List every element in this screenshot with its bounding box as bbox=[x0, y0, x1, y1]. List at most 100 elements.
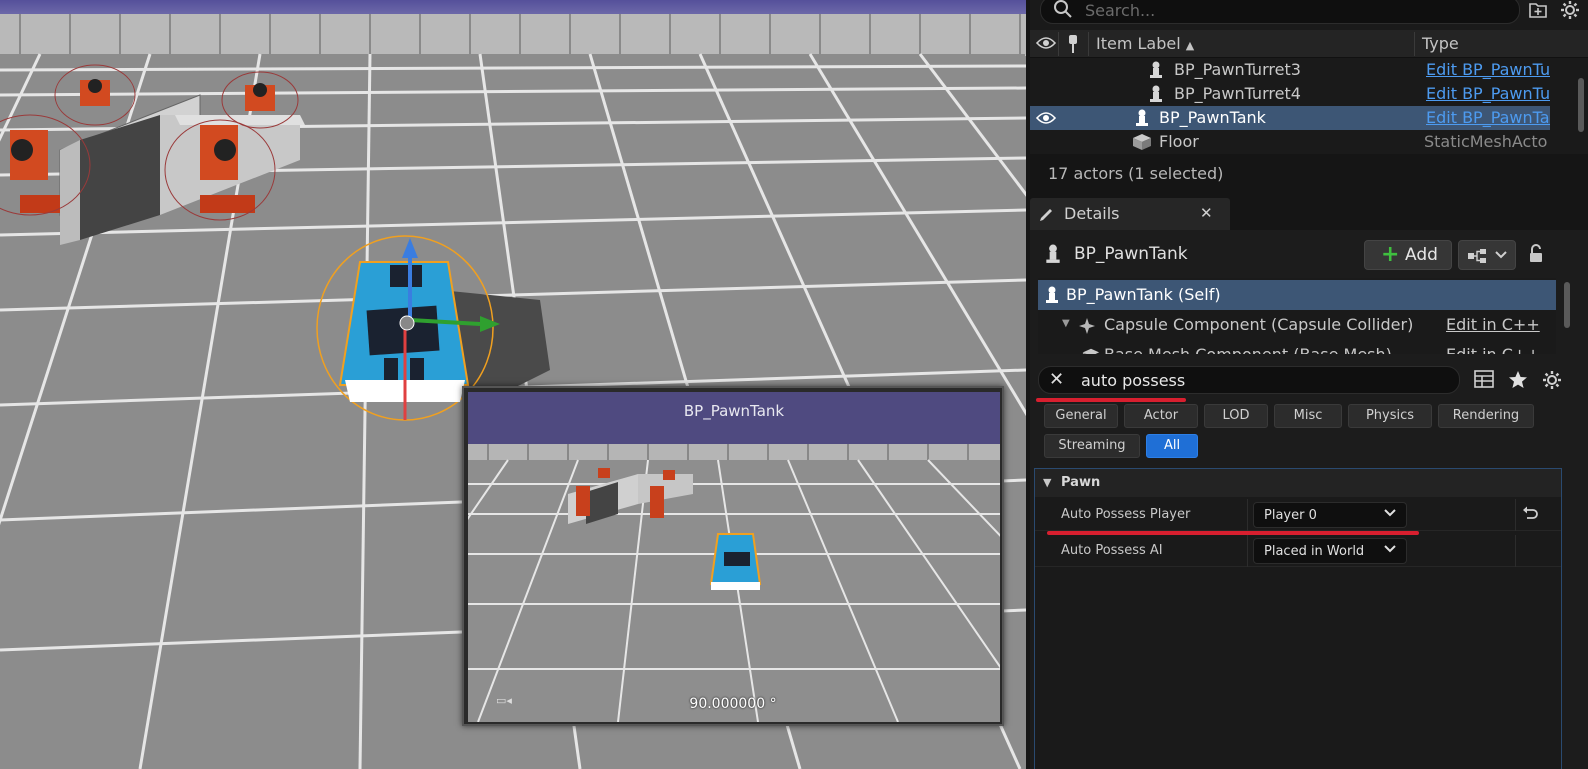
type-column-header[interactable]: Type bbox=[1422, 34, 1459, 53]
column-divider bbox=[1515, 499, 1516, 531]
component-row-self[interactable]: BP_PawnTank (Self) bbox=[1038, 280, 1556, 310]
property-name: Auto Possess AI bbox=[1061, 543, 1163, 558]
camera-preview: BP_PawnTank ▭◂ 90.000000 ° bbox=[462, 386, 1004, 726]
column-separator bbox=[1058, 32, 1059, 56]
column-divider bbox=[1515, 535, 1516, 567]
annotation-underline bbox=[1036, 398, 1186, 402]
level-viewport[interactable]: BP_PawnTank ▭◂ 90.000000 ° bbox=[0, 0, 1026, 769]
component-label: BP_PawnTank (Self) bbox=[1066, 285, 1221, 304]
pencil-icon bbox=[1040, 209, 1052, 221]
pawn-section-header[interactable]: ▼ Pawn bbox=[1035, 469, 1561, 497]
details-view-options bbox=[1474, 370, 1562, 390]
category-all[interactable]: All bbox=[1146, 434, 1198, 458]
static-mesh-icon bbox=[1082, 348, 1100, 354]
column-divider bbox=[1247, 535, 1248, 567]
chevron-down-icon bbox=[1384, 545, 1396, 553]
unlock-icon[interactable] bbox=[1528, 244, 1544, 264]
visibility-eye-icon[interactable] bbox=[1036, 36, 1056, 50]
outliner-row-label: Floor bbox=[1159, 132, 1199, 151]
static-mesh-icon bbox=[1133, 134, 1151, 150]
collapse-arrow-icon: ▼ bbox=[1043, 476, 1052, 489]
add-button-label: Add bbox=[1405, 245, 1438, 265]
outliner-list: BP_PawnTurret3 Edit BP_PawnTurret BP_Paw… bbox=[1030, 58, 1588, 154]
category-physics[interactable]: Physics bbox=[1348, 404, 1432, 428]
outliner-row-label: BP_PawnTurret4 bbox=[1174, 84, 1301, 103]
category-rendering[interactable]: Rendering bbox=[1438, 404, 1534, 428]
category-general[interactable]: General bbox=[1044, 404, 1118, 428]
editor-window: BP_PawnTank ▭◂ 90.000000 ° Search... Ite… bbox=[0, 0, 1588, 769]
item-label-column-header[interactable]: Item Label ▲ bbox=[1096, 34, 1194, 53]
reset-to-default-icon[interactable] bbox=[1521, 505, 1539, 523]
pawn-icon bbox=[1046, 286, 1058, 303]
column-divider bbox=[1247, 499, 1248, 531]
category-streaming[interactable]: Streaming bbox=[1044, 434, 1140, 458]
chevron-down-icon bbox=[1384, 509, 1396, 517]
category-actor[interactable]: Actor bbox=[1124, 404, 1198, 428]
dropdown-value: Placed in World bbox=[1264, 544, 1365, 559]
outliner-row-bp-pawntank[interactable]: BP_PawnTank Edit BP_PawnTank bbox=[1030, 106, 1550, 130]
property-auto-possess-player: Auto Possess Player Player 0 bbox=[1035, 499, 1561, 531]
outliner-row-bp-pawnturret3[interactable]: BP_PawnTurret3 Edit BP_PawnTurret bbox=[1030, 58, 1550, 82]
auto-possess-ai-dropdown[interactable]: Placed in World bbox=[1253, 538, 1407, 564]
details-search-value: auto possess bbox=[1081, 371, 1186, 390]
component-tree: BP_PawnTank (Self) ▼ Capsule Component (… bbox=[1038, 278, 1556, 354]
settings-gear-icon[interactable] bbox=[1560, 0, 1580, 20]
edit-in-cpp-link[interactable]: Edit in C++ bbox=[1446, 315, 1540, 334]
section-title: Pawn bbox=[1061, 475, 1101, 490]
blueprint-options-button[interactable] bbox=[1458, 240, 1516, 270]
capsule-collider-icon bbox=[1079, 318, 1095, 334]
details-search-input[interactable]: ✕ auto possess bbox=[1038, 366, 1460, 394]
column-separator bbox=[1414, 32, 1415, 56]
hierarchy-icon bbox=[1468, 249, 1486, 263]
close-tab-icon[interactable]: ✕ bbox=[1200, 204, 1213, 222]
outliner-row-type: StaticMeshActor bbox=[1424, 132, 1548, 151]
category-misc[interactable]: Misc bbox=[1274, 404, 1342, 428]
component-row-capsule[interactable]: ▼ Capsule Component (Capsule Collider) E… bbox=[1038, 310, 1556, 340]
tab-details[interactable]: Details ✕ bbox=[1030, 198, 1230, 230]
outliner-row-label: BP_PawnTurret3 bbox=[1174, 60, 1301, 79]
add-component-button[interactable]: + Add bbox=[1364, 240, 1452, 270]
property-auto-possess-ai: Auto Possess AI Placed in World bbox=[1035, 535, 1561, 567]
component-label: Base Mesh Component (Base Mesh) bbox=[1104, 345, 1392, 354]
table-view-icon[interactable] bbox=[1474, 370, 1494, 388]
auto-possess-player-dropdown[interactable]: Player 0 bbox=[1253, 502, 1407, 528]
pawn-property-section: ▼ Pawn Auto Possess Player Player 0 Auto… bbox=[1034, 468, 1562, 769]
settings-gear-icon[interactable] bbox=[1542, 370, 1562, 390]
outliner-scrollbar[interactable] bbox=[1578, 78, 1584, 132]
clear-search-icon[interactable]: ✕ bbox=[1049, 369, 1064, 390]
visibility-eye-icon[interactable] bbox=[1036, 111, 1056, 125]
favorites-star-icon[interactable] bbox=[1508, 370, 1528, 390]
pawn-icon bbox=[1136, 109, 1148, 126]
outliner-row-bp-pawnturret4[interactable]: BP_PawnTurret4 Edit BP_PawnTurret bbox=[1030, 82, 1550, 106]
outliner-toolbar: Search... bbox=[1030, 0, 1588, 30]
search-icon bbox=[1054, 0, 1072, 18]
details-tab-label: Details bbox=[1064, 204, 1120, 223]
pawn-icon bbox=[1046, 244, 1060, 263]
outliner-row-floor[interactable]: Floor StaticMeshActor bbox=[1030, 130, 1550, 154]
sort-ascending-icon: ▲ bbox=[1185, 39, 1195, 52]
pawn-icon bbox=[1150, 61, 1162, 78]
expand-arrow-icon[interactable]: ▼ bbox=[1062, 318, 1070, 329]
outliner-search-input[interactable]: Search... bbox=[1040, 0, 1520, 24]
preview-title: BP_PawnTank bbox=[468, 392, 1000, 444]
edit-in-cpp-link[interactable]: Edit in C++ bbox=[1446, 345, 1540, 354]
component-row-base-mesh[interactable]: Base Mesh Component (Base Mesh) Edit in … bbox=[1038, 340, 1556, 354]
add-folder-icon[interactable] bbox=[1528, 0, 1548, 20]
details-panel: BP_PawnTank + Add BP_PawnTank (Self) ▼ C… bbox=[1030, 230, 1588, 769]
outliner-row-type-link[interactable]: Edit BP_PawnTank bbox=[1426, 108, 1550, 127]
chevron-down-icon bbox=[1495, 251, 1507, 259]
dropdown-value: Player 0 bbox=[1264, 508, 1317, 523]
actor-count-status: 17 actors (1 selected) bbox=[1048, 164, 1224, 183]
outliner-row-type-link[interactable]: Edit BP_PawnTurret bbox=[1426, 60, 1550, 79]
component-tree-scrollbar[interactable] bbox=[1564, 282, 1570, 328]
category-lod[interactable]: LOD bbox=[1204, 404, 1268, 428]
side-panel: Search... Item Label ▲ Type BP_PawnTurre… bbox=[1030, 0, 1588, 769]
selected-object-name: BP_PawnTank bbox=[1074, 244, 1188, 264]
item-label-header-text: Item Label bbox=[1096, 34, 1181, 53]
pin-icon[interactable] bbox=[1066, 34, 1080, 54]
component-label: Capsule Component (Capsule Collider) bbox=[1104, 315, 1414, 334]
search-placeholder: Search... bbox=[1085, 1, 1156, 20]
outliner-header: Item Label ▲ Type bbox=[1030, 30, 1588, 58]
outliner-row-type-link[interactable]: Edit BP_PawnTurret bbox=[1426, 84, 1550, 103]
property-name: Auto Possess Player bbox=[1061, 507, 1191, 522]
